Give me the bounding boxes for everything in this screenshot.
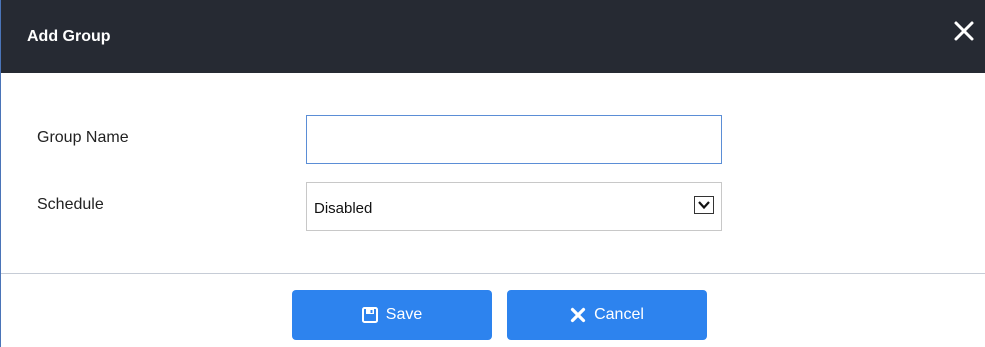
cancel-button-label: Cancel: [594, 306, 644, 323]
dialog-title: Add Group: [27, 28, 111, 45]
save-button-label: Save: [385, 306, 423, 323]
group-name-input[interactable]: [306, 115, 722, 164]
chevron-down-icon[interactable]: [694, 196, 714, 214]
schedule-label: Schedule: [37, 196, 104, 213]
group-name-label: Group Name: [37, 129, 129, 146]
schedule-selected-value: Disabled: [314, 200, 373, 217]
footer-divider: [1, 273, 985, 274]
schedule-select[interactable]: Disabled: [306, 182, 722, 231]
x-icon: [570, 307, 586, 323]
add-group-dialog: Add Group Group Name Schedule Disabled S…: [0, 0, 985, 347]
close-icon[interactable]: [951, 18, 977, 44]
dialog-header: Add Group: [1, 0, 985, 73]
floppy-disk-icon: [361, 307, 378, 323]
save-button[interactable]: Save: [292, 290, 492, 340]
cancel-button[interactable]: Cancel: [507, 290, 707, 340]
